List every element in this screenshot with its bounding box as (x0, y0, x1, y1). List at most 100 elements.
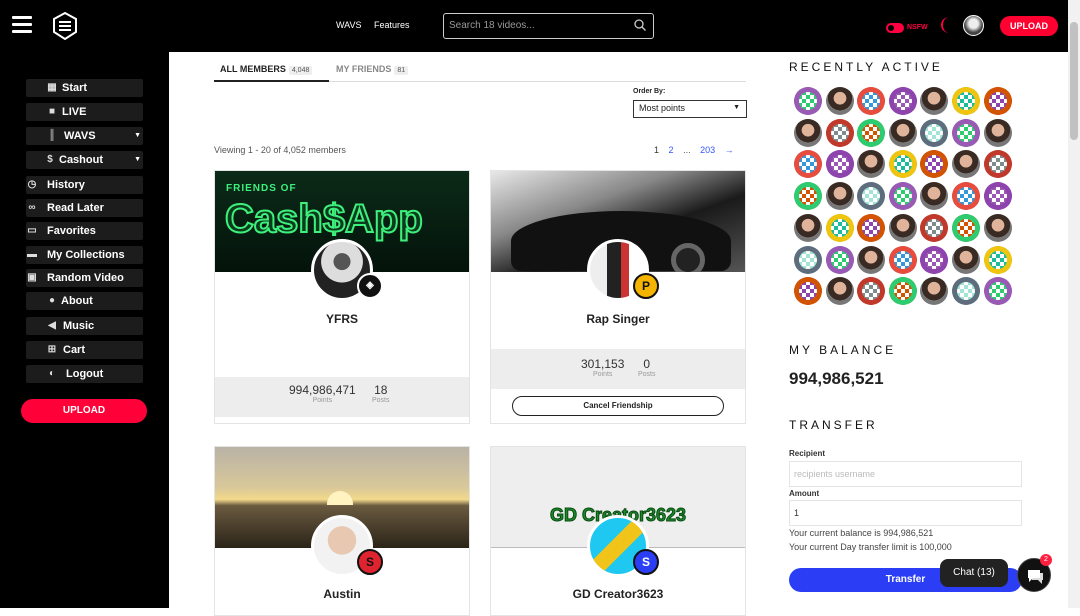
recent-member-avatar[interactable] (920, 245, 949, 274)
recent-member-avatar[interactable] (983, 245, 1012, 274)
tab-my-friends[interactable]: MY FRIENDS 81 (336, 64, 409, 75)
recent-member-avatar[interactable] (857, 277, 886, 306)
sidebar-item-cart[interactable]: ⊞ Cart (26, 341, 143, 359)
top-bar: WAVS Features Search 18 videos... NSFW U… (0, 0, 1080, 52)
upload-button-top[interactable]: UPLOAD (1000, 16, 1058, 36)
recent-member-avatar[interactable] (888, 245, 917, 274)
recent-member-avatar[interactable] (794, 182, 822, 211)
recent-member-avatar[interactable] (920, 150, 949, 179)
recent-member-avatar[interactable] (952, 213, 980, 242)
recent-member-avatar[interactable] (825, 87, 854, 115)
next-page-icon[interactable]: → (725, 145, 734, 155)
page-2[interactable]: 2 (669, 145, 674, 155)
member-name[interactable]: YFRS (215, 312, 469, 326)
recent-member-avatar[interactable] (825, 118, 854, 147)
site-logo[interactable] (52, 12, 78, 40)
recent-member-avatar[interactable] (920, 87, 949, 115)
recent-member-avatar[interactable] (920, 118, 949, 147)
sidebar-item-random-video[interactable]: ▣ Random Video (26, 269, 143, 287)
recent-member-avatar[interactable] (920, 277, 949, 306)
member-card-yfrs[interactable]: FRIENDS OF Cash$App ◈ YFRS 994,986,471 Po… (214, 170, 470, 424)
scrollbar-thumb[interactable] (1070, 22, 1078, 140)
recent-member-avatar[interactable] (825, 245, 854, 274)
recent-member-avatar[interactable] (983, 213, 1012, 242)
recent-member-avatar[interactable] (983, 182, 1012, 211)
recent-member-avatar[interactable] (952, 118, 980, 147)
recent-member-avatar[interactable] (888, 87, 917, 115)
recent-member-avatar[interactable] (857, 87, 886, 115)
recent-member-avatar[interactable] (794, 118, 822, 147)
recent-member-avatar[interactable] (920, 182, 949, 211)
member-card-rap-singer[interactable]: P Rap Singer 301,153 Points 0 Posts Cancel… (490, 170, 746, 424)
sidebar-item-wavs[interactable]: ║ WAVS ▼ (26, 127, 143, 145)
upload-button-sidebar[interactable]: UPLOAD (21, 399, 147, 423)
recent-member-avatar[interactable] (857, 245, 886, 274)
sidebar-item-live[interactable]: ■ LIVE (26, 103, 143, 121)
recent-member-avatar[interactable] (825, 150, 854, 179)
search-icon[interactable] (634, 19, 646, 31)
recent-member-avatar[interactable] (825, 277, 854, 306)
recent-member-avatar[interactable] (857, 118, 886, 147)
page-1[interactable]: 1 (654, 145, 659, 155)
sidebar-item-my-collections[interactable]: ▬ My Collections (26, 246, 143, 264)
member-name[interactable]: Austin (215, 587, 469, 601)
user-avatar[interactable] (963, 15, 984, 36)
recent-member-avatar[interactable] (794, 150, 822, 179)
recent-member-avatar[interactable] (983, 277, 1012, 306)
sidebar-item-about[interactable]: ● About (26, 292, 143, 310)
amount-input[interactable]: 1 (789, 500, 1022, 526)
toggle-icon[interactable] (886, 22, 904, 33)
recent-member-avatar[interactable] (794, 213, 822, 242)
chat-button[interactable]: Chat (13) (940, 559, 1008, 587)
recent-member-avatar[interactable] (888, 277, 917, 306)
moon-icon[interactable] (939, 16, 955, 34)
recent-member-avatar[interactable] (983, 150, 1012, 179)
recent-member-avatar[interactable] (952, 245, 980, 274)
nav-features[interactable]: Features (374, 20, 410, 30)
count-badge: 4,048 (288, 66, 313, 75)
recipient-input[interactable]: recipients username (789, 461, 1022, 487)
cancel-friendship-button[interactable]: Cancel Friendship (512, 396, 724, 416)
page-203[interactable]: 203 (700, 145, 715, 155)
recent-member-avatar[interactable] (983, 87, 1012, 115)
recent-member-avatar[interactable] (888, 213, 917, 242)
member-card-austin[interactable]: S Austin (214, 446, 470, 616)
recent-member-avatar[interactable] (952, 150, 980, 179)
sidebar-item-label: Cart (63, 344, 86, 356)
recent-member-avatar[interactable] (857, 150, 886, 179)
sidebar-item-logout[interactable]: ◐ Logout (26, 365, 143, 383)
menu-icon[interactable] (12, 16, 32, 33)
recent-member-avatar[interactable] (857, 182, 886, 211)
search-input[interactable]: Search 18 videos... (443, 13, 654, 39)
cover-text: Cash$App (224, 196, 424, 242)
sidebar-item-history[interactable]: ◷ History (26, 176, 143, 194)
recent-member-avatar[interactable] (888, 182, 917, 211)
recent-member-avatar[interactable] (888, 150, 917, 179)
recent-member-avatar[interactable] (888, 118, 917, 147)
member-name[interactable]: GD Creator3623 (491, 587, 745, 601)
nsfw-toggle[interactable]: NSFW (886, 19, 928, 33)
recent-member-avatar[interactable] (983, 118, 1012, 147)
member-card-gd-creator3623[interactable]: GD Creator3623 S GD Creator3623 (490, 446, 746, 616)
recent-member-avatar[interactable] (825, 213, 854, 242)
sidebar-item-label: Read Later (47, 202, 104, 214)
nav-wavs[interactable]: WAVS (336, 20, 362, 30)
sidebar-item-start[interactable]: ▦ Start (26, 79, 143, 97)
scrollbar[interactable] (1068, 0, 1080, 608)
sidebar-item-favorites[interactable]: ▭ Favorites (26, 222, 143, 240)
recent-member-avatar[interactable] (794, 245, 822, 274)
order-by-select[interactable]: Most points ▼ (633, 100, 747, 118)
recent-member-avatar[interactable] (825, 182, 854, 211)
recent-member-avatar[interactable] (794, 87, 822, 115)
recent-member-avatar[interactable] (952, 182, 980, 211)
sidebar-item-music[interactable]: ◀ Music (26, 317, 143, 335)
member-name[interactable]: Rap Singer (491, 312, 745, 326)
tab-all-members[interactable]: ALL MEMBERS 4,048 (220, 64, 313, 75)
recent-member-avatar[interactable] (952, 277, 980, 306)
sidebar-item-cashout[interactable]: $ Cashout ▼ (26, 151, 143, 169)
sidebar-item-read-later[interactable]: ∞ Read Later (26, 199, 143, 217)
recent-member-avatar[interactable] (920, 213, 949, 242)
recent-member-avatar[interactable] (952, 87, 980, 115)
recent-member-avatar[interactable] (857, 213, 886, 242)
recent-member-avatar[interactable] (794, 277, 822, 306)
